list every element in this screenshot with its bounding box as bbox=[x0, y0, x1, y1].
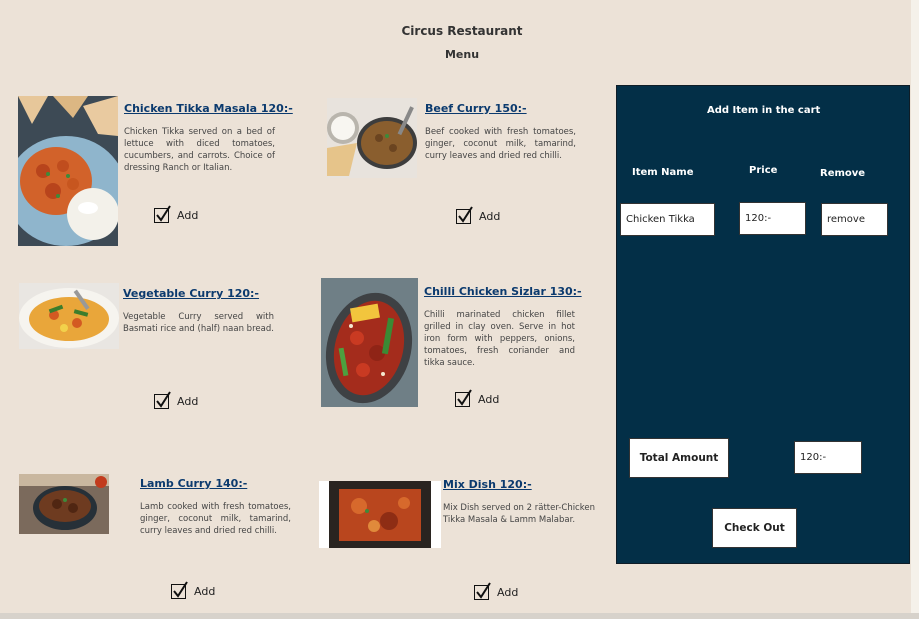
add-label: Add bbox=[177, 209, 199, 222]
checkbox-icon[interactable] bbox=[455, 389, 472, 407]
item-title-mix-dish[interactable]: Mix Dish 120:- bbox=[443, 478, 532, 491]
restaurant-title: Circus Restaurant bbox=[401, 24, 523, 38]
add-label: Add bbox=[478, 393, 500, 406]
item-desc-lamb-curry: Lamb cooked with fresh tomatoes, ginger,… bbox=[140, 502, 291, 536]
item-title-lamb-curry[interactable]: Lamb Curry 140:- bbox=[140, 477, 247, 490]
add-label: Add bbox=[177, 395, 199, 408]
chilli-chicken-photo bbox=[321, 278, 418, 407]
total-amount-field[interactable]: 120:- bbox=[794, 441, 862, 474]
checkbox-icon[interactable] bbox=[171, 581, 188, 599]
add-checkbox-beef-curry[interactable]: Add bbox=[456, 206, 501, 224]
add-checkbox-vegetable-curry[interactable]: Add bbox=[154, 391, 199, 409]
item-desc-vegetable-curry: Vegetable Curry served with Basmati rice… bbox=[123, 312, 274, 334]
add-checkbox-chilli-chicken[interactable]: Add bbox=[455, 389, 500, 407]
vegetable-curry-photo bbox=[19, 283, 119, 349]
add-label: Add bbox=[479, 210, 501, 223]
item-desc-beef-curry: Beef cooked with fresh tomatoes, ginger,… bbox=[425, 127, 576, 161]
chicken-tikka-photo bbox=[18, 96, 118, 246]
add-checkbox-lamb-curry[interactable]: Add bbox=[171, 581, 216, 599]
column-price: Price bbox=[749, 165, 778, 176]
item-desc-chicken-tikka: Chicken Tikka served on a bed of lettuce… bbox=[124, 127, 275, 173]
item-title-vegetable-curry[interactable]: Vegetable Curry 120:- bbox=[123, 287, 259, 300]
mix-dish-photo bbox=[319, 481, 441, 548]
page-edge bbox=[911, 0, 919, 619]
add-label: Add bbox=[497, 586, 519, 599]
column-item-name: Item Name bbox=[632, 167, 694, 178]
cart-heading: Add Item in the cart bbox=[707, 105, 821, 116]
item-desc-mix-dish: Mix Dish served on 2 rätter-Chicken Tikk… bbox=[443, 503, 595, 525]
total-amount-label: Total Amount bbox=[629, 438, 729, 478]
checkbox-icon[interactable] bbox=[474, 582, 491, 600]
cart-item-price-field[interactable]: 120:- bbox=[739, 202, 806, 235]
add-label: Add bbox=[194, 585, 216, 598]
checkout-button[interactable]: Check Out bbox=[712, 508, 797, 548]
cart-panel: Add Item in the cart Item Name Price Rem… bbox=[616, 85, 910, 564]
item-title-beef-curry[interactable]: Beef Curry 150:- bbox=[425, 102, 527, 115]
item-title-chilli-chicken[interactable]: Chilli Chicken Sizlar 130:- bbox=[424, 285, 582, 298]
item-desc-chilli-chicken: Chilli marinated chicken fillet grilled … bbox=[424, 310, 575, 368]
add-checkbox-chicken-tikka[interactable]: Add bbox=[154, 205, 199, 223]
horizontal-scrollbar[interactable] bbox=[0, 613, 919, 619]
remove-button[interactable]: remove bbox=[821, 203, 888, 236]
cart-item-name-field[interactable]: Chicken Tikka bbox=[620, 203, 715, 236]
lamb-curry-photo bbox=[19, 474, 109, 534]
column-remove: Remove bbox=[820, 168, 866, 179]
item-title-chicken-tikka[interactable]: Chicken Tikka Masala 120:- bbox=[124, 102, 293, 115]
add-checkbox-mix-dish[interactable]: Add bbox=[474, 582, 519, 600]
checkbox-icon[interactable] bbox=[456, 206, 473, 224]
checkbox-icon[interactable] bbox=[154, 391, 171, 409]
beef-curry-photo bbox=[327, 98, 417, 178]
checkbox-icon[interactable] bbox=[154, 205, 171, 223]
menu-heading: Menu bbox=[444, 48, 480, 61]
